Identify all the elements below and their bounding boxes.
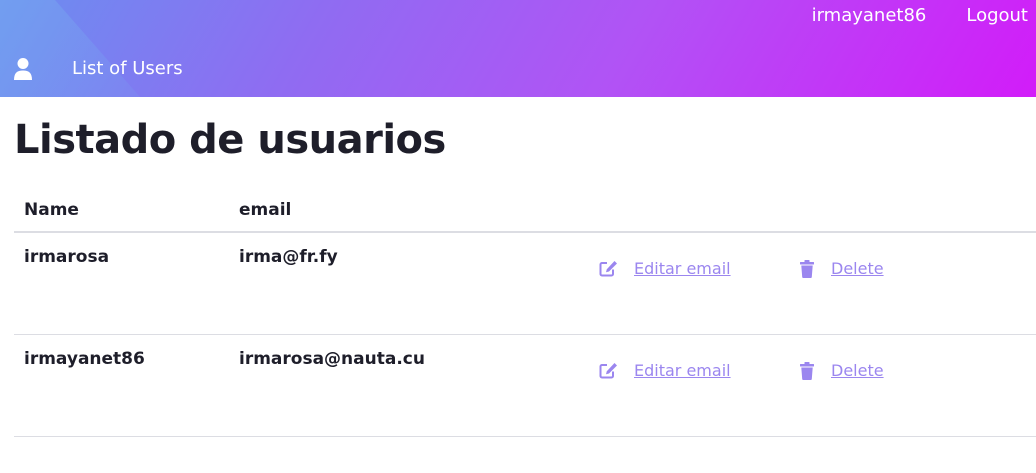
delete-label: Delete xyxy=(831,259,884,278)
edit-icon xyxy=(599,261,617,277)
users-table: Name email irmarosa irma@fr.fy Editar em… xyxy=(14,189,1036,437)
delete-cell: Delete xyxy=(789,334,1036,437)
trash-icon xyxy=(800,361,814,380)
edit-cell: Editar email xyxy=(589,232,789,335)
page-title: Listado de usuarios xyxy=(14,117,446,163)
top-nav: irmayanet86 Logout xyxy=(772,4,1028,28)
delete-link[interactable]: Delete xyxy=(799,259,884,278)
table-row: irmayanet86 irmarosa@nauta.cu Editar ema… xyxy=(14,334,1036,437)
user-email-cell: irmarosa@nauta.cu xyxy=(229,334,589,437)
user-name-cell: irmayanet86 xyxy=(14,334,229,437)
edit-email-link[interactable]: Editar email xyxy=(599,259,731,278)
edit-icon xyxy=(599,363,617,379)
trash-icon xyxy=(800,259,814,278)
delete-label: Delete xyxy=(831,361,884,380)
main-content: Listado de usuarios Name email irmarosa … xyxy=(0,115,1036,437)
edit-cell: Editar email xyxy=(589,334,789,437)
logout-link[interactable]: Logout xyxy=(966,4,1028,28)
column-header-edit xyxy=(589,189,789,233)
header-decoration xyxy=(0,0,140,97)
edit-email-link[interactable]: Editar email xyxy=(599,361,731,380)
user-email-cell: irma@fr.fy xyxy=(229,232,589,335)
delete-cell: Delete xyxy=(789,232,1036,335)
column-header-delete xyxy=(789,189,1036,233)
user-name-cell: irmarosa xyxy=(14,232,229,335)
column-header-name: Name xyxy=(14,189,229,233)
table-row: irmarosa irma@fr.fy Editar email Delete xyxy=(14,232,1036,335)
delete-link[interactable]: Delete xyxy=(799,361,884,380)
username-link[interactable]: irmayanet86 xyxy=(812,4,927,28)
edit-email-label: Editar email xyxy=(634,259,731,278)
user-icon xyxy=(12,57,34,81)
top-navbar: irmayanet86 Logout List of Users xyxy=(0,0,1036,97)
edit-email-label: Editar email xyxy=(634,361,731,380)
table-header-row: Name email xyxy=(14,189,1036,233)
sub-nav: List of Users xyxy=(12,56,183,82)
column-header-email: email xyxy=(229,189,589,233)
list-of-users-link[interactable]: List of Users xyxy=(72,56,183,82)
